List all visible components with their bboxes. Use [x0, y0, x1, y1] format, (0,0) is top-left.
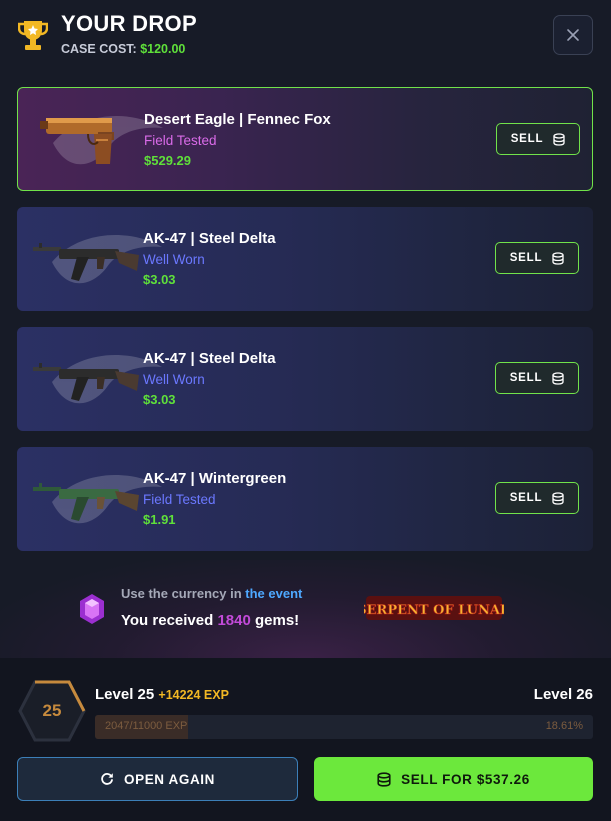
drop-item-card: AK-47 | Steel Delta Well Worn $3.03 SELL [17, 327, 593, 431]
item-wear: Well Worn [143, 252, 205, 267]
item-wear: Field Tested [144, 133, 217, 148]
ak47-image [33, 243, 139, 281]
current-level: Level 25 +14224 EXP [95, 686, 229, 703]
exp-progress-text: 2047/11000 EXP [105, 720, 188, 732]
drop-item-card: AK-47 | Wintergreen Field Tested $1.91 S… [17, 447, 593, 551]
level-badge: 25 [18, 680, 86, 742]
coins-icon [552, 491, 564, 505]
item-name: AK-47 | Wintergreen [143, 470, 287, 487]
sell-button[interactable]: SELL [495, 242, 579, 274]
exp-progress-percent: 18.61% [545, 720, 583, 732]
desert-eagle-image [40, 118, 114, 164]
sell-all-button[interactable]: SELL FOR $537.26 [314, 757, 593, 801]
gems-received-prefix: You received [121, 612, 214, 629]
sell-button-label: SELL [510, 133, 544, 145]
sell-button-label: SELL [509, 492, 543, 504]
drop-header: YOUR DROP CASE COST: $120.00 [0, 0, 611, 70]
trophy-icon [18, 21, 48, 50]
coins-icon [553, 132, 565, 146]
sell-button-label: SELL [509, 372, 543, 384]
event-hint: Use the currency in the event [121, 586, 302, 601]
svg-text:SERPENT OF LUNAR: SERPENT OF LUNAR [364, 603, 504, 618]
serpent-of-lunar-logo: SERPENT OF LUNAR [364, 596, 504, 620]
page-title: YOUR DROP [61, 11, 197, 36]
item-price: $3.03 [143, 392, 176, 407]
item-name: AK-47 | Steel Delta [143, 350, 276, 367]
refresh-icon [101, 773, 113, 785]
gems-received: You received 1840 gems! [121, 612, 299, 629]
item-wear: Well Worn [143, 372, 205, 387]
item-name: Desert Eagle | Fennec Fox [144, 111, 331, 128]
close-icon [567, 29, 579, 41]
level-badge-number: 25 [42, 701, 62, 720]
event-hint-text: Use the currency in [121, 586, 242, 601]
ak47-image [33, 363, 139, 401]
sell-button[interactable]: SELL [495, 482, 579, 514]
exp-progress-bar: 2047/11000 EXP 18.61% [95, 715, 593, 739]
ak47-wintergreen-image [33, 483, 139, 521]
sell-all-label: SELL FOR $537.26 [401, 771, 530, 787]
next-level: Level 26 [533, 686, 593, 703]
coins-icon [552, 251, 564, 265]
case-cost-value: $120.00 [140, 42, 186, 56]
item-price: $3.03 [143, 272, 176, 287]
item-price: $529.29 [144, 153, 191, 168]
coins-icon [377, 771, 391, 787]
exp-gain: +14224 EXP [158, 688, 229, 702]
sell-button[interactable]: SELL [495, 362, 579, 394]
open-again-button[interactable]: OPEN AGAIN [17, 757, 298, 801]
item-name: AK-47 | Steel Delta [143, 230, 276, 247]
sell-button[interactable]: SELL [496, 123, 580, 155]
sell-button-label: SELL [509, 252, 543, 264]
gems-count: 1840 [217, 612, 251, 629]
open-again-label: OPEN AGAIN [123, 771, 215, 787]
item-price: $1.91 [143, 512, 176, 527]
current-level-label: Level 25 [95, 686, 155, 703]
close-button[interactable] [553, 15, 593, 55]
gem-icon [80, 594, 104, 624]
coins-icon [552, 371, 564, 385]
case-cost-label: CASE COST: [61, 42, 137, 56]
gems-received-suffix: gems! [254, 612, 300, 629]
drop-item-card: Desert Eagle | Fennec Fox Field Tested $… [17, 87, 593, 191]
event-link[interactable]: the event [245, 586, 302, 601]
item-wear: Field Tested [143, 492, 216, 507]
drop-item-card: AK-47 | Steel Delta Well Worn $3.03 SELL [17, 207, 593, 311]
case-cost: CASE COST: $120.00 [61, 42, 185, 56]
